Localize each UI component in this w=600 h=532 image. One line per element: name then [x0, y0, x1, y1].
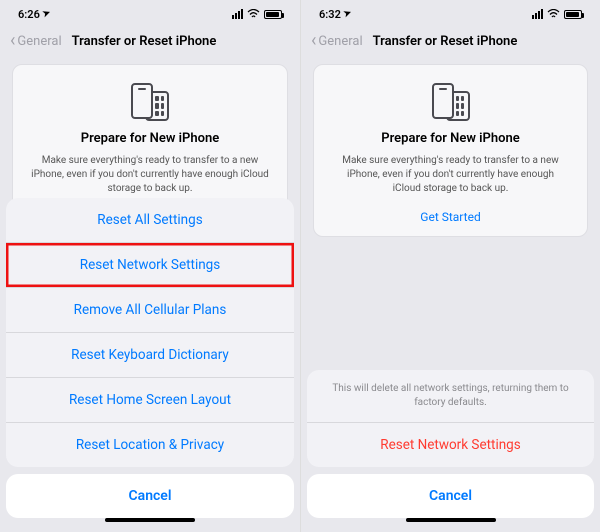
cell-signal-icon — [532, 9, 543, 19]
battery-icon — [564, 10, 582, 19]
back-chevron-icon[interactable]: ‹ — [311, 32, 316, 50]
action-sheet-group: Reset All Settings Reset Network Setting… — [6, 198, 294, 467]
back-button[interactable]: General — [17, 34, 61, 49]
location-icon: ➤ — [342, 8, 353, 20]
reset-keyboard-dictionary[interactable]: Reset Keyboard Dictionary — [6, 332, 294, 377]
page-title: Transfer or Reset iPhone — [373, 34, 518, 49]
device-icons — [27, 83, 273, 119]
back-button[interactable]: General — [318, 34, 362, 49]
card-desc: Make sure everything's ready to transfer… — [328, 154, 573, 196]
get-started-button[interactable]: Get Started — [328, 210, 573, 224]
cancel-button[interactable]: Cancel — [6, 474, 294, 518]
remove-all-cellular-plans[interactable]: Remove All Cellular Plans — [6, 287, 294, 332]
nav-bar: ‹ General Transfer or Reset iPhone — [0, 24, 300, 58]
back-chevron-icon[interactable]: ‹ — [10, 32, 15, 50]
page-title: Transfer or Reset iPhone — [72, 34, 217, 49]
confirm-action-sheet: This will delete all network settings, r… — [301, 370, 600, 532]
status-time: 6:26 — [18, 8, 40, 21]
status-bar: 6:26 ➤ — [0, 0, 300, 24]
reset-location-privacy[interactable]: Reset Location & Privacy — [6, 422, 294, 467]
reset-network-settings[interactable]: Reset Network Settings — [6, 242, 294, 287]
wifi-icon — [547, 9, 560, 19]
reset-all-settings[interactable]: Reset All Settings — [6, 198, 294, 242]
status-time: 6:32 — [319, 8, 341, 21]
card-title: Prepare for New iPhone — [27, 131, 273, 146]
home-indicator[interactable] — [105, 518, 195, 522]
status-bar: 6:32 ➤ — [301, 0, 600, 24]
confirm-reset-network-settings[interactable]: Reset Network Settings — [307, 422, 594, 467]
card-title: Prepare for New iPhone — [328, 131, 573, 146]
confirm-message: This will delete all network settings, r… — [307, 370, 594, 422]
screen-confirm-reset: 6:32 ➤ ‹ General Transfer or Reset iPhon… — [300, 0, 600, 532]
home-indicator[interactable] — [406, 518, 496, 522]
phone-icon — [131, 83, 153, 119]
cell-signal-icon — [232, 9, 243, 19]
screen-reset-options: 6:26 ➤ ‹ General Transfer or Reset iPhon… — [0, 0, 300, 532]
action-sheet-group: This will delete all network settings, r… — [307, 370, 594, 467]
cancel-button[interactable]: Cancel — [307, 474, 594, 518]
card-desc: Make sure everything's ready to transfer… — [27, 154, 273, 196]
nav-bar: ‹ General Transfer or Reset iPhone — [301, 24, 600, 58]
reset-home-screen-layout[interactable]: Reset Home Screen Layout — [6, 377, 294, 422]
location-icon: ➤ — [41, 8, 52, 20]
prepare-card: Prepare for New iPhone Make sure everyth… — [313, 64, 588, 237]
wifi-icon — [247, 9, 260, 19]
phone-icon — [432, 83, 454, 119]
reset-action-sheet: Reset All Settings Reset Network Setting… — [0, 198, 300, 532]
battery-icon — [264, 10, 282, 19]
device-icons — [328, 83, 573, 119]
